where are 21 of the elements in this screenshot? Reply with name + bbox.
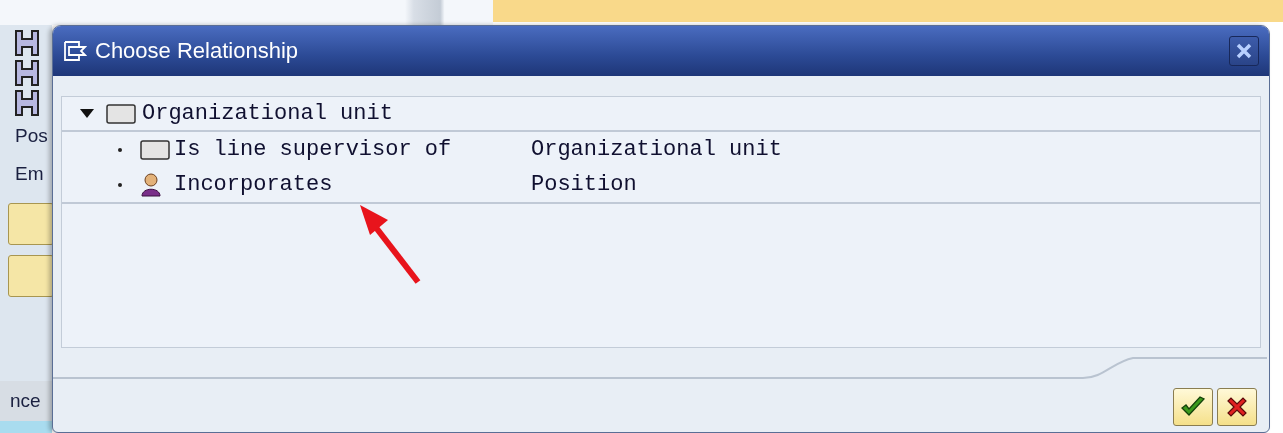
relationship-label[interactable]: Is line supervisor of (174, 137, 531, 162)
field-label: Pos (14, 124, 49, 148)
confirm-button[interactable] (1173, 388, 1213, 426)
target-label: Position (531, 172, 637, 197)
expand-triangle-icon[interactable] (80, 108, 94, 119)
field-label: Em (14, 162, 45, 186)
close-icon (1235, 42, 1253, 60)
status-strip (0, 421, 52, 433)
relationship-label[interactable]: Incorporates (174, 172, 531, 197)
target-label: Organizational unit (531, 137, 782, 162)
folder-box-icon (140, 139, 170, 160)
dialog-icon (63, 40, 87, 62)
close-button[interactable] (1229, 36, 1259, 66)
person-icon (140, 172, 162, 197)
cancel-button[interactable] (1217, 388, 1257, 426)
building-icon (14, 27, 40, 117)
window-title: Choose Relationship (95, 38, 299, 64)
tree-node-label[interactable]: Organizational unit (142, 101, 393, 126)
tab[interactable]: nce (0, 381, 52, 421)
scrollbar[interactable] (405, 0, 493, 25)
folder-box-icon (106, 103, 136, 124)
